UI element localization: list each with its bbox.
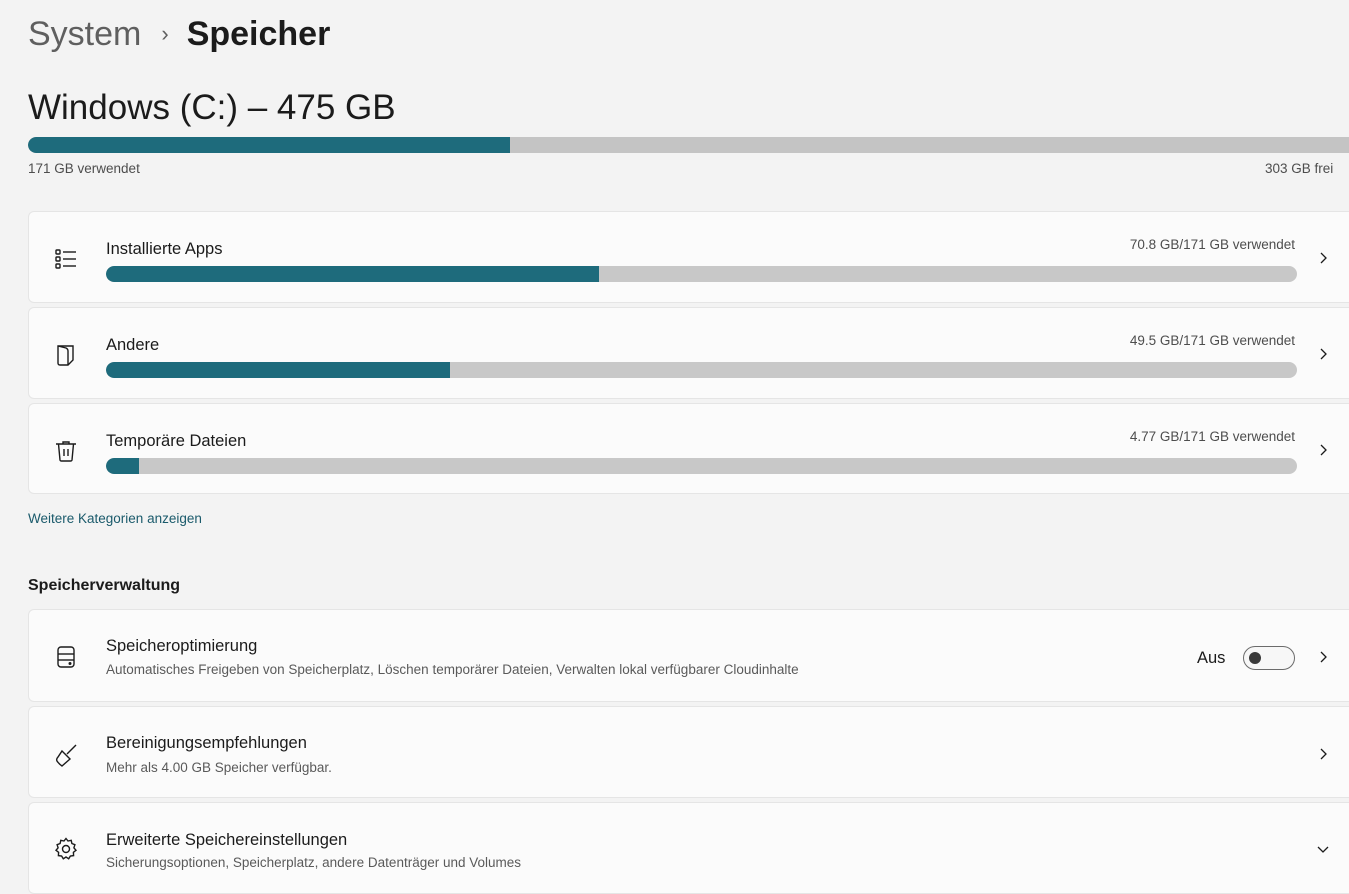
breadcrumb-system-link[interactable]: System (28, 12, 141, 56)
advanced-storage-settings-card[interactable]: Erweiterte Speichereinstellungen Sicheru… (28, 802, 1349, 894)
chevron-right-icon (1315, 442, 1331, 458)
drive-free-label: 303 GB frei (1265, 161, 1334, 176)
category-usage-value: 49.5 GB/171 GB verwendet (1129, 333, 1295, 348)
drive-title: Windows (C:) – 475 GB (28, 88, 396, 127)
document-icon (53, 342, 79, 368)
category-card-temp-files[interactable]: Temporäre Dateien 4.77 GB/171 GB verwend… (28, 403, 1349, 494)
cleanup-subtitle: Mehr als 4.00 GB Speicher verfügbar. (106, 760, 332, 775)
storage-sense-card[interactable]: Speicheroptimierung Automatisches Freige… (28, 609, 1349, 702)
storage-sense-subtitle: Automatisches Freigeben von Speicherplat… (106, 662, 799, 677)
category-usage-value: 4.77 GB/171 GB verwendet (1129, 429, 1295, 444)
more-categories-link[interactable]: Weitere Kategorien anzeigen (28, 511, 202, 526)
chevron-right-icon (1315, 746, 1331, 762)
list-icon (53, 246, 79, 272)
breadcrumb: System › Speicher (28, 12, 330, 56)
category-label: Andere (106, 336, 160, 354)
storage-sense-title: Speicheroptimierung (106, 637, 258, 655)
drive-usage-bar-fill (28, 137, 511, 153)
advanced-settings-subtitle: Sicherungsoptionen, Speicherplatz, ander… (106, 855, 522, 870)
toggle-knob (1249, 652, 1261, 664)
broom-icon (53, 742, 79, 768)
category-label: Temporäre Dateien (106, 432, 247, 450)
cleanup-title: Bereinigungsempfehlungen (106, 734, 307, 752)
storage-sense-toggle-label: Aus (1197, 649, 1226, 667)
advanced-settings-title: Erweiterte Speichereinstellungen (106, 831, 348, 849)
storage-drive-icon (53, 644, 79, 670)
category-usage-bar (106, 458, 1297, 474)
section-title-storage-management: Speicherverwaltung (28, 577, 181, 594)
chevron-right-icon (1315, 346, 1331, 362)
category-usage-bar (106, 362, 1297, 378)
category-usage-bar-fill (106, 458, 140, 474)
trash-icon (53, 438, 79, 464)
gear-icon (53, 836, 79, 862)
chevron-right-icon (1315, 250, 1331, 266)
category-card-other[interactable]: Andere 49.5 GB/171 GB verwendet (28, 307, 1349, 399)
category-usage-bar (106, 266, 1297, 282)
breadcrumb-separator: › (161, 21, 169, 46)
drive-usage-bar (28, 137, 1349, 153)
storage-sense-toggle[interactable] (1243, 646, 1295, 670)
drive-used-label: 171 GB verwendet (28, 161, 140, 176)
category-usage-value: 70.8 GB/171 GB verwendet (1129, 237, 1295, 252)
category-label: Installierte Apps (106, 240, 223, 258)
chevron-right-icon (1315, 649, 1331, 665)
cleanup-recommendations-card[interactable]: Bereinigungsempfehlungen Mehr als 4.00 G… (28, 706, 1349, 798)
category-usage-bar-fill (106, 362, 451, 378)
page-title: Speicher (186, 15, 331, 53)
category-card-installed-apps[interactable]: Installierte Apps 70.8 GB/171 GB verwend… (28, 211, 1349, 303)
chevron-down-icon (1315, 841, 1331, 857)
category-usage-bar-fill (106, 266, 600, 282)
